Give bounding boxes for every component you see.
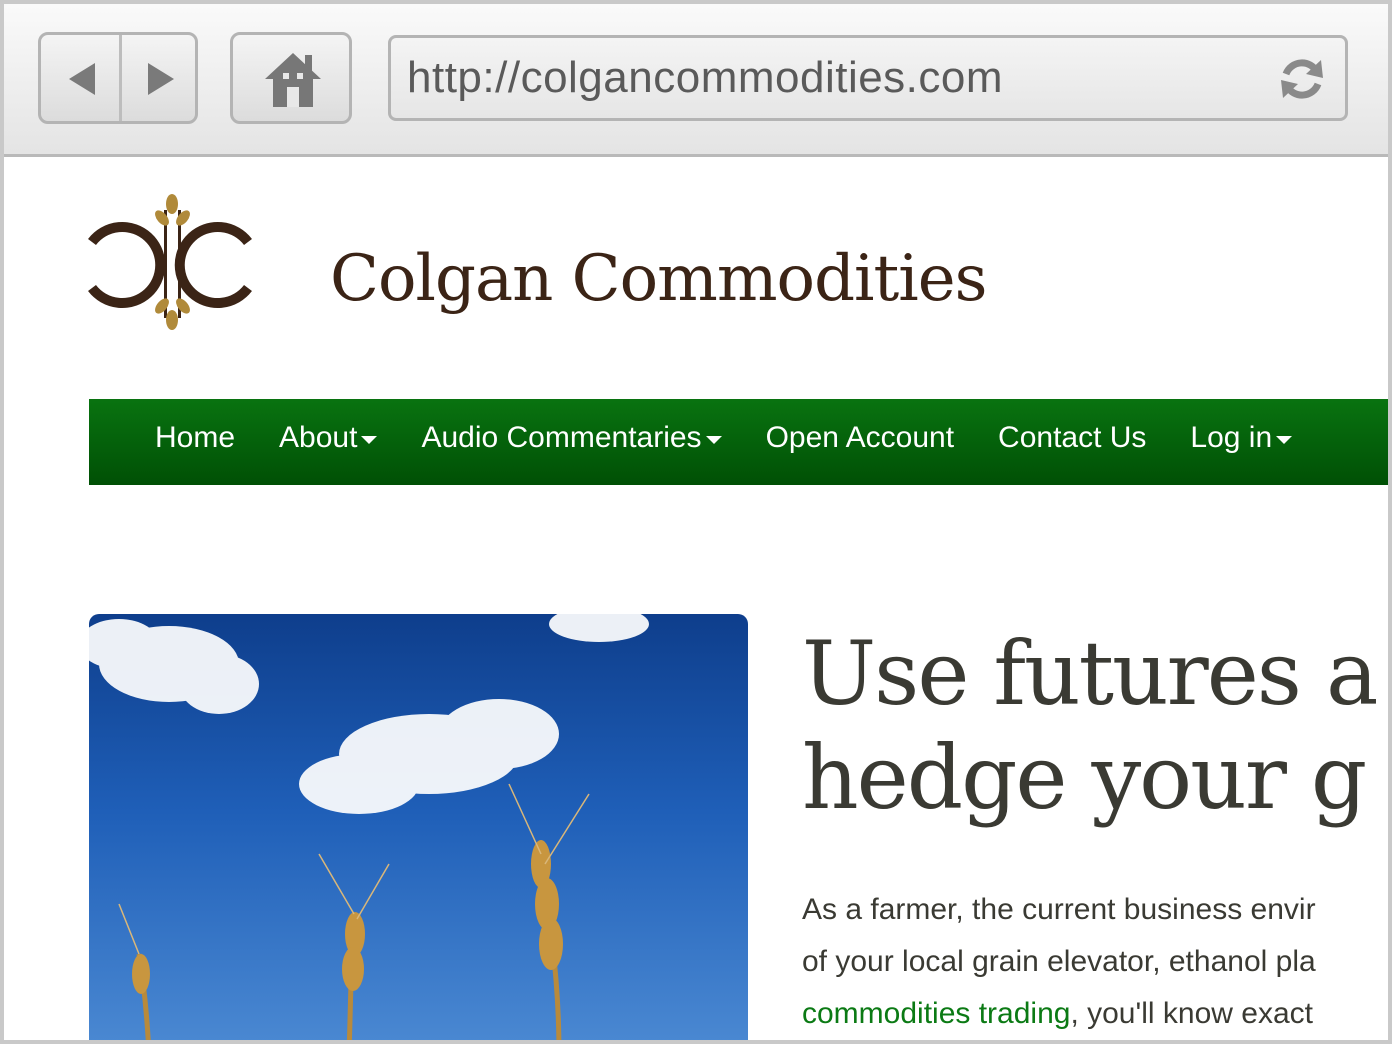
chevron-down-icon: [705, 436, 722, 444]
chevron-down-icon: [361, 436, 378, 444]
headline-line: Use futures a: [802, 622, 1378, 725]
nav-item-log-in[interactable]: Log in: [1190, 421, 1293, 455]
nav-item-label: Home: [155, 421, 236, 454]
forward-arrow-icon[interactable]: [144, 59, 176, 104]
nav-item-label: Contact Us: [998, 421, 1147, 454]
browser-toolbar: http://colgancommodities.com: [4, 4, 1388, 157]
address-bar[interactable]: http://colgancommodities.com: [388, 35, 1348, 121]
hero-body: As a farmer, the current business envir …: [802, 884, 1388, 1040]
nav-item-home[interactable]: Home: [155, 421, 235, 455]
nav-item-open-account[interactable]: Open Account: [766, 421, 954, 455]
site-logo[interactable]: [88, 192, 258, 337]
reload-icon[interactable]: [1277, 54, 1327, 109]
nav-item-audio-commentaries[interactable]: Audio Commentaries: [421, 421, 722, 455]
headline-line: hedge your g: [802, 726, 1367, 829]
nav-item-label: Audio Commentaries: [421, 421, 702, 454]
wheat-sky-photo: [89, 614, 649, 1040]
main-nav: Home About Audio Commentaries Open Accou…: [89, 399, 1388, 485]
nav-item-label: Open Account: [765, 421, 955, 454]
site-title[interactable]: Colgan Commodities: [330, 242, 987, 316]
history-nav-group: [38, 32, 198, 124]
browser-window: http://colgancommodities.com Colgan Comm…: [0, 0, 1392, 1044]
back-arrow-icon[interactable]: [65, 59, 97, 104]
chevron-down-icon: [1276, 436, 1293, 444]
body-line: of your local grain elevator, ethanol pl…: [802, 945, 1316, 978]
hero-image: [89, 614, 748, 1040]
nav-item-label: About: [279, 421, 358, 454]
commodities-trading-link[interactable]: commodities trading: [802, 997, 1070, 1030]
url-text[interactable]: http://colgancommodities.com: [407, 53, 1003, 103]
nav-item-about[interactable]: About: [279, 421, 378, 455]
body-line: , you'll know exact: [1070, 997, 1313, 1030]
body-line: As a farmer, the current business envir: [802, 893, 1316, 926]
nav-item-label: Log in: [1190, 421, 1273, 454]
home-button[interactable]: [230, 32, 352, 124]
nav-divider: [119, 35, 122, 121]
home-icon: [265, 53, 321, 107]
hero-headline: Use futures a hedge your g: [802, 622, 1388, 830]
wheat-cc-logo: [88, 194, 252, 330]
nav-item-contact-us[interactable]: Contact Us: [998, 421, 1146, 455]
